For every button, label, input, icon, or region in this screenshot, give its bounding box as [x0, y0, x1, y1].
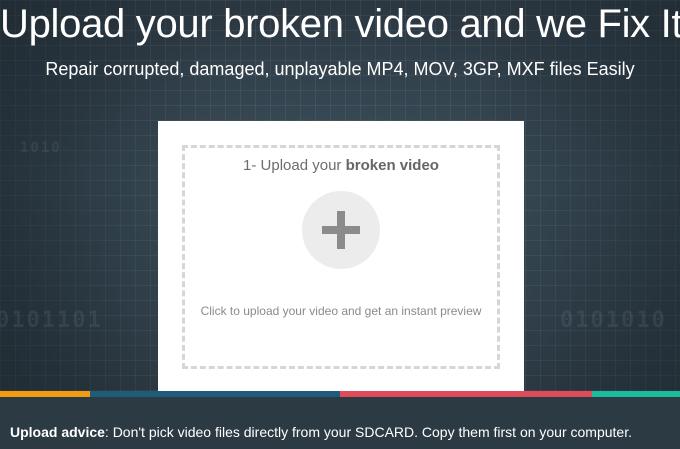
upload-step-title: 1- Upload your broken video: [185, 157, 497, 174]
step-title-emphasis: broken video: [345, 157, 439, 174]
upload-hint: Click to upload your video and get an in…: [200, 304, 482, 318]
page-subtitle: Repair corrupted, damaged, unplayable MP…: [45, 59, 635, 79]
upload-card: 1- Upload your broken video Click to upl…: [158, 121, 524, 391]
upload-advice: Upload advice: Don't pick video files di…: [10, 424, 632, 440]
upload-dropzone[interactable]: 1- Upload your broken video Click to upl…: [182, 145, 500, 369]
binary-decoration-left: 0101101: [0, 308, 103, 333]
upload-button[interactable]: [302, 191, 380, 269]
hero-section: 0101101 0101010 1010 Upload your broken …: [0, 0, 680, 391]
step-title-prefix: 1- Upload your: [243, 157, 346, 174]
page-title: Upload your broken video and we Fix It!: [0, 2, 680, 46]
upload-advice-label: Upload advice: [10, 424, 105, 440]
upload-advice-text: : Don't pick video files directly from y…: [104, 424, 632, 440]
binary-decoration-right: 0101010: [560, 308, 667, 333]
footer: Upload advice: Don't pick video files di…: [0, 397, 680, 449]
binary-decoration-top: 1010: [20, 140, 62, 156]
